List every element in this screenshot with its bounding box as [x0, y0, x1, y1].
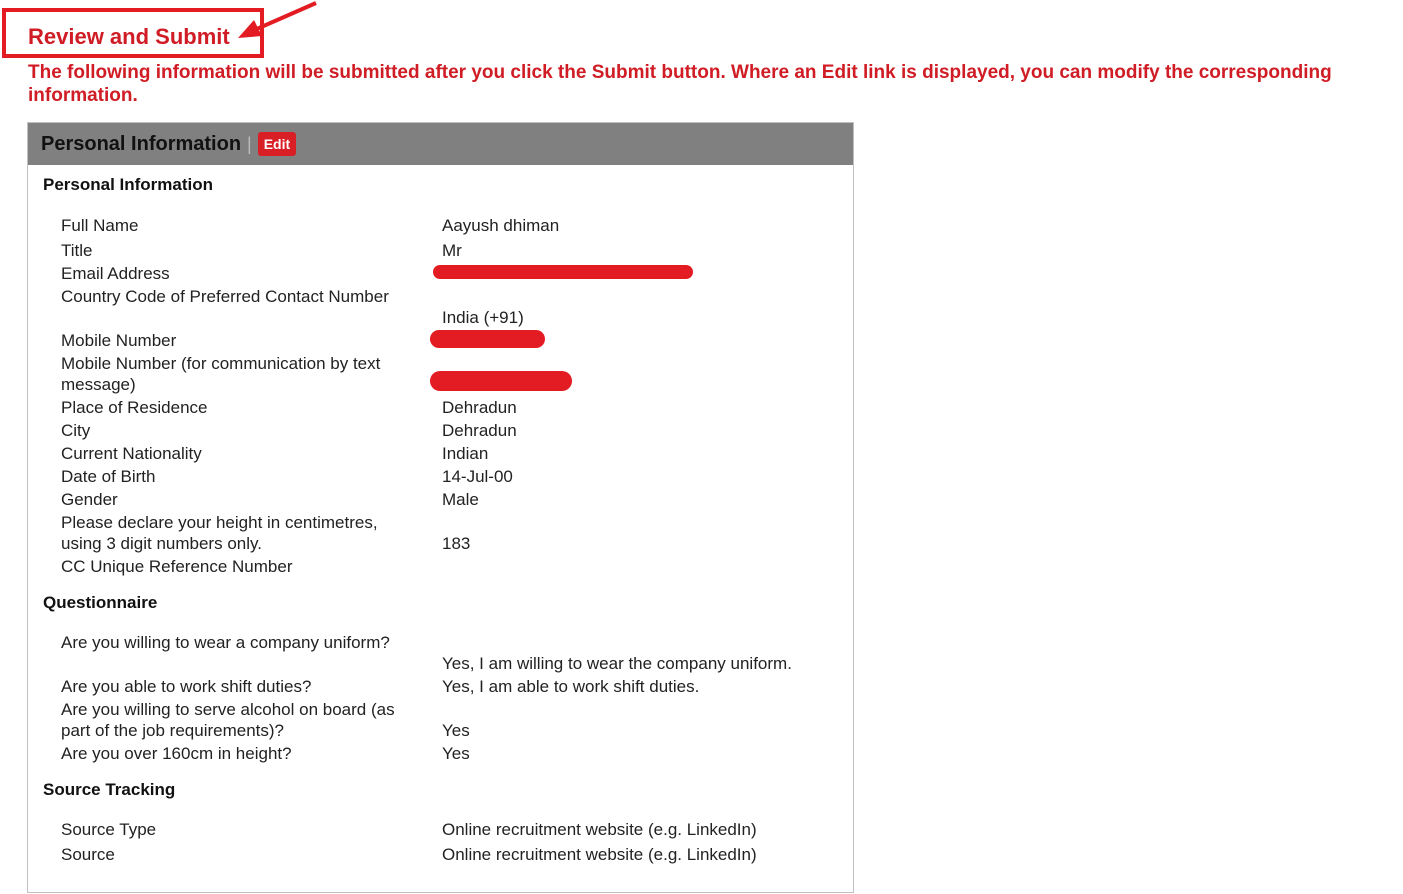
list-item: Title Mr — [61, 240, 841, 261]
list-item: Source Type Online recruitment website (e… — [61, 819, 841, 840]
list-item: Please declare your height in centimetre… — [61, 512, 841, 554]
row-label: CC Unique Reference Number — [61, 557, 293, 576]
personal-information-panel: Personal Information | Edit Personal Inf… — [27, 122, 854, 893]
row-label: Are you over 160cm in height? — [61, 744, 292, 763]
row-label: Email Address — [61, 264, 170, 283]
row-value: Dehradun — [442, 398, 517, 417]
row-label: Country Code of Preferred Contact Number — [61, 287, 389, 306]
intro-text: The following information will be submit… — [28, 62, 1332, 106]
section-title-personal: Personal Information — [43, 175, 214, 194]
row-label: Mobile Number (for communication by text… — [61, 354, 381, 394]
edit-button[interactable]: Edit — [257, 132, 297, 156]
separator: | — [247, 133, 252, 154]
row-label: City — [61, 421, 91, 440]
row-value: Dehradun — [442, 421, 517, 440]
row-value: India (+91) — [442, 308, 524, 327]
list-item: Are you willing to serve alcohol on boar… — [61, 699, 841, 741]
list-item: Are you willing to wear a company unifor… — [61, 632, 841, 674]
row-value: 14-Jul-00 — [442, 467, 513, 486]
row-value: Aayush dhiman — [442, 216, 560, 235]
panel-header: Personal Information | Edit — [28, 123, 853, 165]
row-label: Current Nationality — [61, 444, 202, 463]
row-value: 183 — [442, 534, 471, 553]
row-label: Mobile Number — [61, 331, 177, 350]
row-label: Please declare your height in centimetre… — [61, 513, 378, 553]
row-label: Date of Birth — [61, 467, 156, 486]
row-value: Indian — [442, 444, 489, 463]
list-item: Date of Birth 14-Jul-00 — [61, 466, 841, 487]
row-value: Yes — [442, 721, 470, 740]
row-value: Yes, I am able to work shift duties. — [442, 677, 700, 696]
row-label: Are you willing to wear a company unifor… — [61, 633, 390, 652]
page-title: Review and Submit — [28, 24, 230, 49]
annotation-arrow-icon — [238, 1, 317, 38]
row-label: Gender — [61, 490, 118, 509]
list-item: Are you able to work shift duties? Yes, I… — [61, 676, 841, 697]
list-item: Full Name Aayush dhiman — [61, 215, 841, 236]
list-item: Are you over 160cm in height? Yes — [61, 743, 841, 764]
row-value: Yes — [442, 744, 470, 763]
row-value: Online recruitment website (e.g. LinkedI… — [442, 845, 757, 864]
row-value: Online recruitment website (e.g. LinkedI… — [442, 820, 757, 839]
redaction-mark — [430, 371, 572, 391]
row-label: Full Name — [61, 216, 139, 235]
panel-title: Personal Information — [41, 132, 242, 155]
row-value: Yes, I am willing to wear the company un… — [442, 654, 792, 673]
section-title-source-tracking: Source Tracking — [43, 780, 176, 799]
row-label: Are you willing to serve alcohol on boar… — [61, 700, 395, 740]
list-item: CC Unique Reference Number — [61, 556, 841, 577]
list-item: Source Online recruitment website (e.g. L… — [61, 844, 841, 865]
redaction-mark — [433, 265, 693, 279]
list-item: Place of Residence Dehradun — [61, 397, 841, 418]
row-label: Place of Residence — [61, 398, 208, 417]
list-item: City Dehradun — [61, 420, 841, 441]
redaction-mark — [430, 330, 545, 348]
section-title-questionnaire: Questionnaire — [43, 593, 158, 612]
row-label: Source — [61, 845, 115, 864]
row-label: Source Type — [61, 820, 157, 839]
list-item: Country Code of Preferred Contact Number… — [61, 286, 841, 328]
list-item: Gender Male — [61, 489, 841, 510]
list-item: Current Nationality Indian — [61, 443, 841, 464]
row-label: Title — [61, 241, 93, 260]
row-value: Mr — [442, 241, 462, 260]
row-value: Male — [442, 490, 479, 509]
row-label: Are you able to work shift duties? — [61, 677, 312, 696]
